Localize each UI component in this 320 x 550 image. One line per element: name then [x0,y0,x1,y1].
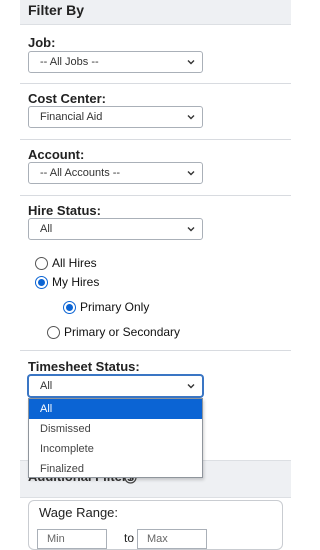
wage-range-label: Wage Range: [39,505,119,520]
divider [20,350,291,351]
radio-primary-only[interactable]: Primary Only [63,300,149,314]
radio-primary-or-secondary-label: Primary or Secondary [64,325,181,339]
divider [20,83,291,84]
radio-primary-or-secondary[interactable]: Primary or Secondary [47,325,180,339]
dropdown-option-dismissed[interactable]: Dismissed [29,419,202,439]
account-label: Account: [28,147,85,162]
chevron-down-icon [187,171,195,176]
chevron-down-icon [187,384,195,389]
timesheet-status-dropdown: All Dismissed Incomplete Finalized [28,398,203,478]
cost-center-select-value: Financial Aid [40,111,103,123]
wage-to-label: to [124,531,135,545]
divider [20,195,291,196]
job-select-value: -- All Jobs -- [40,56,99,68]
cost-center-label: Cost Center: [28,91,107,106]
hire-status-label: Hire Status: [28,203,101,218]
filter-header: Filter By [20,0,291,25]
radio-primary-only-label: Primary Only [80,300,150,314]
radio-primary-or-secondary-control[interactable] [47,325,60,339]
radio-primary-only-control[interactable] [63,300,76,314]
dropdown-option-all[interactable]: All [29,399,202,419]
timesheet-status-label: Timesheet Status: [28,359,140,374]
radio-my-hires-control[interactable] [35,275,48,289]
job-label: Job: [28,35,56,50]
chevron-down-icon [187,60,195,65]
radio-my-hires-label: My Hires [52,275,100,289]
radio-all-hires-control[interactable] [35,256,48,270]
divider [20,139,291,140]
wage-range-card: Wage Range: Min to Max [28,500,283,550]
radio-all-hires[interactable]: All Hires [35,256,97,270]
radio-my-hires[interactable]: My Hires [35,275,99,289]
filter-title: Filter By [28,2,85,18]
filter-panel: Filter By Job: -- All Jobs -- Cost Cente… [20,0,291,550]
cost-center-select[interactable]: Financial Aid [28,106,203,128]
dropdown-option-incomplete[interactable]: Incomplete [29,439,202,459]
timesheet-status-select-value: All [40,380,53,392]
hire-status-select[interactable]: All [28,218,203,240]
dropdown-option-finalized[interactable]: Finalized [29,459,202,479]
account-select[interactable]: -- All Accounts -- [28,162,203,184]
wage-max-input[interactable]: Max [137,529,207,549]
account-select-value: -- All Accounts -- [40,167,121,179]
radio-all-hires-label: All Hires [52,256,97,270]
hire-status-select-value: All [40,223,53,235]
job-select[interactable]: -- All Jobs -- [28,51,203,73]
wage-min-input[interactable]: Min [37,529,107,549]
chevron-down-icon [187,115,195,120]
chevron-down-icon [187,227,195,232]
timesheet-status-select[interactable]: All [28,375,203,397]
